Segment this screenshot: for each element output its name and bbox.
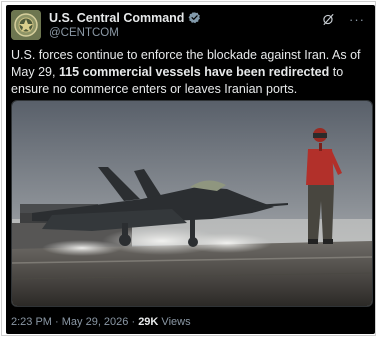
avatar[interactable]	[11, 10, 41, 40]
tweet-date[interactable]: May 29, 2026	[62, 316, 129, 328]
tweet-time[interactable]: 2:23 PM	[11, 316, 52, 328]
views-label: Views	[158, 316, 191, 328]
screenshot-frame: U.S. Central Command @CENTCOM ··· U.S. f…	[1, 1, 376, 336]
tweet-card: U.S. Central Command @CENTCOM ··· U.S. f…	[6, 5, 375, 334]
tweet-meta: 2:23 PM · May 29, 2026 · 29K Views	[11, 316, 191, 328]
author-name-row: U.S. Central Command	[49, 10, 201, 25]
display-name[interactable]: U.S. Central Command	[49, 11, 184, 25]
meta-separator: ·	[51, 316, 62, 328]
jet-carrier-photo	[12, 101, 372, 306]
handle[interactable]: @CENTCOM	[49, 27, 201, 39]
tweet-photo[interactable]	[11, 100, 373, 307]
tweet-text: U.S. forces continue to enforce the bloc…	[11, 47, 373, 98]
centcom-seal-icon	[11, 10, 41, 40]
tweet-text-bold: 115 commercial vessels have been redirec…	[58, 65, 330, 79]
verified-badge-icon[interactable]	[188, 11, 201, 24]
views-count[interactable]: 29K	[138, 316, 158, 328]
author-block: U.S. Central Command @CENTCOM	[49, 10, 201, 39]
meta-separator: ·	[128, 316, 139, 328]
header-actions: ···	[322, 13, 365, 26]
grok-icon[interactable]	[322, 13, 335, 26]
more-options-icon[interactable]: ···	[349, 13, 365, 26]
